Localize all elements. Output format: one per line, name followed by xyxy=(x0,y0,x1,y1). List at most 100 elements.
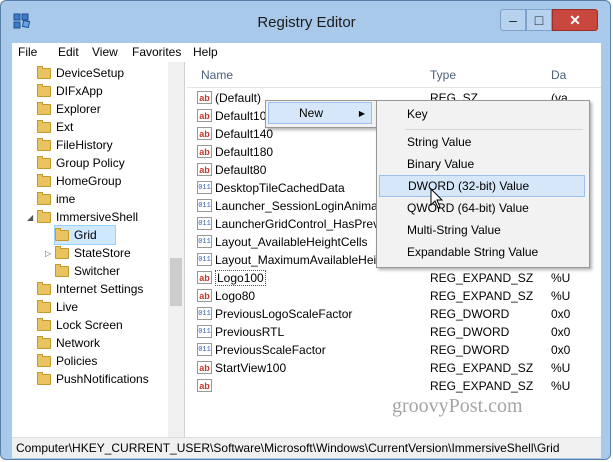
tree-item[interactable]: Group Policy xyxy=(37,154,125,172)
registry-tree: DeviceSetup DIFxApp Explorer Ext FileHis… xyxy=(12,62,185,437)
menu-favorites[interactable]: Favorites xyxy=(132,45,181,59)
context-menu: New ▶ xyxy=(265,100,377,128)
binary-value-icon: 011 xyxy=(197,181,212,194)
status-bar: Computer\HKEY_CURRENT_USER\Software\Micr… xyxy=(12,437,601,458)
value-name: Launcher_SessionLoginAnimat xyxy=(215,199,382,213)
minimize-button[interactable]: – xyxy=(500,9,526,31)
mouse-cursor-icon xyxy=(430,188,444,209)
maximize-button[interactable]: □ xyxy=(526,9,552,31)
tree-item-label: ImmersiveShell xyxy=(56,210,139,224)
tree-item[interactable]: Lock Screen xyxy=(37,316,123,334)
tree-item[interactable]: Policies xyxy=(37,352,97,370)
table-row[interactable]: ab Logo80 REG_EXPAND_SZ %U xyxy=(187,287,601,305)
binary-value-icon: 011 xyxy=(197,235,212,248)
binary-value-icon: 011 xyxy=(197,343,212,356)
menu-view[interactable]: View xyxy=(92,45,118,59)
table-row[interactable]: 011 PreviousLogoScaleFactor REG_DWORD 0x0 xyxy=(187,305,601,323)
tree-item[interactable]: Ext xyxy=(37,118,73,136)
value-type: REG_EXPAND_SZ xyxy=(430,361,534,375)
table-row[interactable]: ab REG_EXPAND_SZ %U xyxy=(187,377,601,395)
table-row[interactable]: ab StartView100 REG_EXPAND_SZ %U xyxy=(187,359,601,377)
menu-help[interactable]: Help xyxy=(193,45,218,59)
menu-edit[interactable]: Edit xyxy=(58,45,79,59)
folder-icon xyxy=(37,83,51,97)
folder-icon xyxy=(55,245,69,259)
tree-item-label: PushNotifications xyxy=(56,372,149,386)
binary-value-icon: 011 xyxy=(197,199,212,212)
string-value-icon: ab xyxy=(197,163,212,176)
tree-item-label: Explorer xyxy=(56,102,101,116)
tree-item-label: Ext xyxy=(56,120,74,134)
value-type: REG_DWORD xyxy=(430,325,510,339)
tree-item-label: Policies xyxy=(56,354,98,368)
new-submenu: Key String Value Binary Value DWORD (32-… xyxy=(376,100,590,268)
value-data: %U xyxy=(551,379,571,393)
column-header-name[interactable]: Name xyxy=(201,68,233,82)
folder-icon xyxy=(37,335,51,349)
context-menu-new[interactable]: New ▶ xyxy=(268,102,372,124)
tree-item-label: StateStore xyxy=(74,246,131,260)
submenu-qword-value[interactable]: QWORD (64-bit) Value xyxy=(379,197,585,219)
folder-icon xyxy=(37,101,51,115)
submenu-binary-value[interactable]: Binary Value xyxy=(379,153,585,175)
tree-item[interactable]: HomeGroup xyxy=(37,172,121,190)
string-value-icon: ab xyxy=(197,289,212,302)
tree-item[interactable]: FileHistory xyxy=(37,136,113,154)
submenu-key[interactable]: Key xyxy=(379,103,585,125)
submenu-dword-value[interactable]: DWORD (32-bit) Value xyxy=(379,175,585,197)
tree-item[interactable]: Network xyxy=(37,334,100,352)
folder-icon xyxy=(37,371,51,385)
binary-value-icon: 011 xyxy=(197,253,212,266)
tree-scrollbar[interactable] xyxy=(168,62,184,437)
tree-item[interactable]: DeviceSetup xyxy=(37,64,124,82)
table-row[interactable]: ab Logo100 REG_EXPAND_SZ %U xyxy=(187,269,601,287)
tree-item-label: Live xyxy=(56,300,79,314)
string-value-icon: ab xyxy=(197,361,212,374)
value-name: LauncherGridControl_HasPrevi xyxy=(215,217,382,231)
tree-item-selected[interactable]: Grid xyxy=(54,225,116,245)
tree-item[interactable]: ime xyxy=(37,190,75,208)
folder-icon xyxy=(37,209,51,223)
tree-item[interactable]: Internet Settings xyxy=(37,280,143,298)
tree-item[interactable]: Live xyxy=(37,298,78,316)
value-data: %U xyxy=(551,361,571,375)
tree-item[interactable]: DIFxApp xyxy=(37,82,103,100)
submenu-multi-string-value[interactable]: Multi-String Value xyxy=(379,219,585,241)
tree-item[interactable]: PushNotifications xyxy=(37,370,149,388)
tree-item[interactable]: Explorer xyxy=(37,100,101,118)
list-header: Name Type Da xyxy=(187,62,601,88)
folder-icon xyxy=(37,65,51,79)
column-header-data[interactable]: Da xyxy=(551,68,566,82)
new-label: New xyxy=(299,106,324,120)
scrollbar-thumb[interactable] xyxy=(170,258,182,306)
tree-item-label: Switcher xyxy=(74,264,121,278)
table-row[interactable]: 011 PreviousScaleFactor REG_DWORD 0x0 xyxy=(187,341,601,359)
folder-icon xyxy=(37,299,51,313)
submenu-string-value[interactable]: String Value xyxy=(379,131,585,153)
folder-icon xyxy=(37,173,51,187)
close-button[interactable]: ✕ xyxy=(552,9,598,31)
value-name: DesktopTileCachedData xyxy=(215,181,345,195)
tree-item-label: Group Policy xyxy=(56,156,125,170)
tree-item[interactable]: Switcher xyxy=(55,262,120,280)
folder-icon xyxy=(37,137,51,151)
table-row[interactable]: 011 PreviousRTL REG_DWORD 0x0 xyxy=(187,323,601,341)
submenu-expandable-string-value[interactable]: Expandable String Value xyxy=(379,241,585,263)
folder-icon xyxy=(37,281,51,295)
expand-arrow-icon[interactable]: ▷ xyxy=(45,249,53,258)
tree-item-label: HomeGroup xyxy=(56,174,122,188)
collapse-arrow-icon[interactable]: ◢ xyxy=(27,213,35,222)
value-name: PreviousRTL xyxy=(215,325,285,339)
tree-item[interactable]: StateStore xyxy=(55,244,131,262)
tree-item-label: Internet Settings xyxy=(56,282,144,296)
tree-item-label: DIFxApp xyxy=(56,84,103,98)
folder-icon xyxy=(55,227,69,241)
tree-item[interactable]: ImmersiveShell xyxy=(37,208,138,226)
folder-icon xyxy=(37,119,51,133)
value-name: Logo80 xyxy=(215,289,256,303)
menu-file[interactable]: File xyxy=(18,45,37,59)
value-data: %U xyxy=(551,289,571,303)
value-data: %U xyxy=(551,271,571,285)
column-header-type[interactable]: Type xyxy=(430,68,456,82)
title-bar[interactable]: Registry Editor – □ ✕ xyxy=(1,1,612,41)
